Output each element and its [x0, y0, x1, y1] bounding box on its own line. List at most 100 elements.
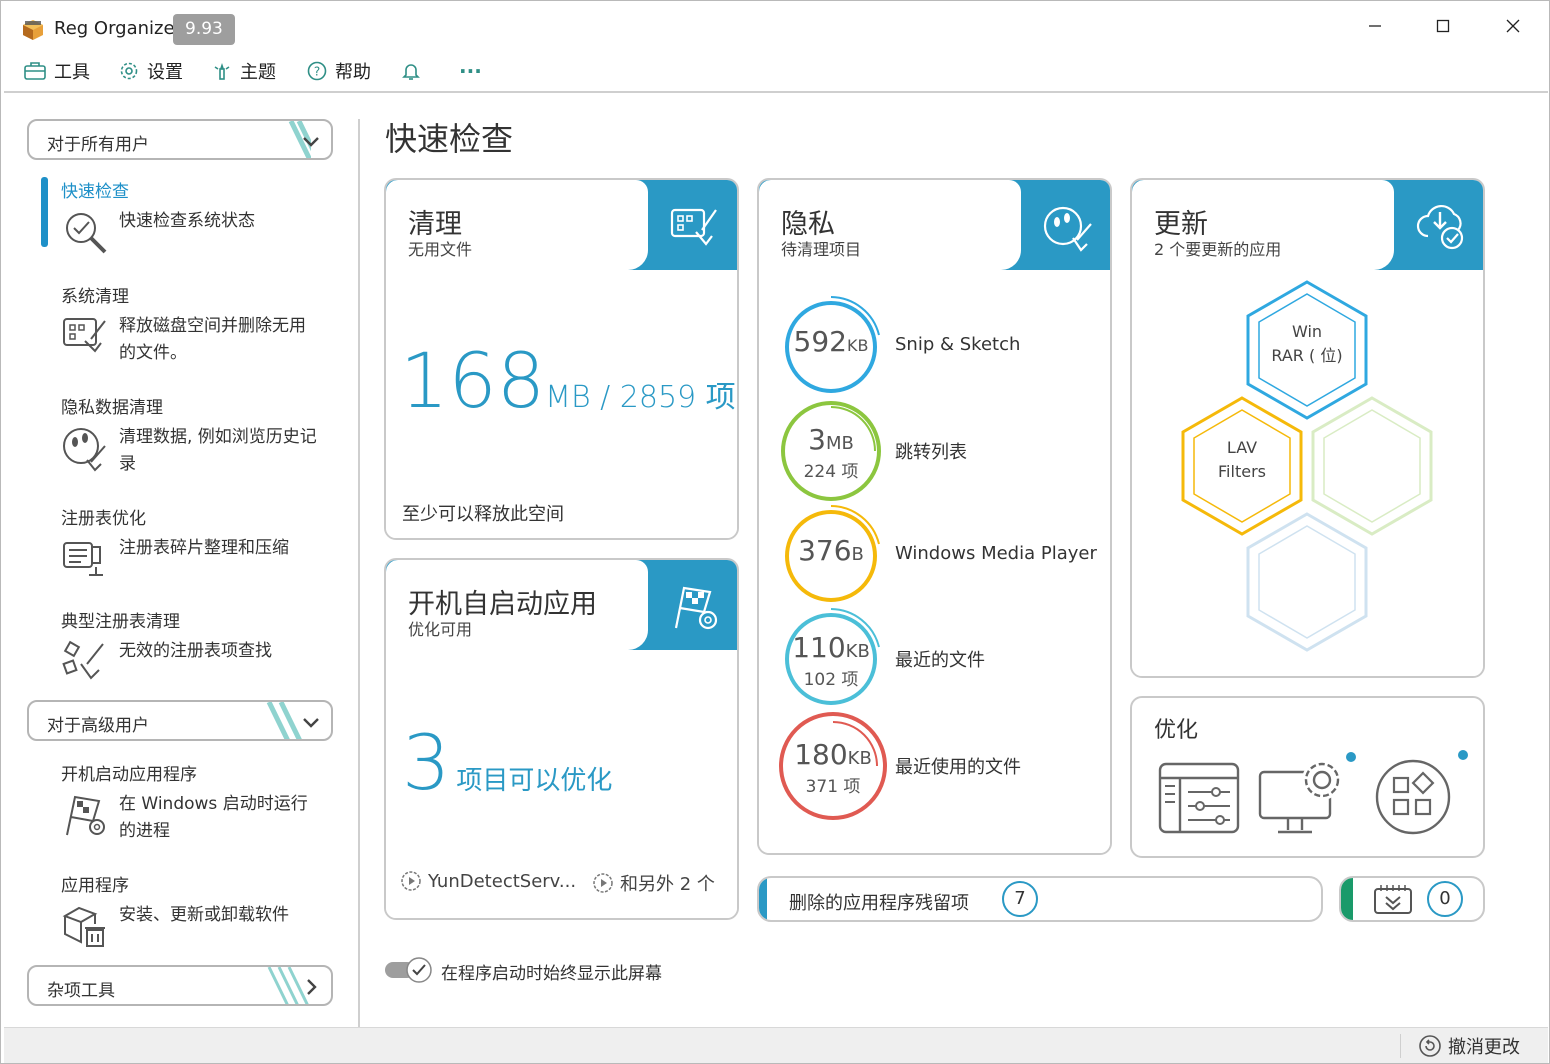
leftovers-bar[interactable]: 删除的应用程序残留项 7: [757, 876, 1323, 922]
app-logo-icon: [23, 20, 43, 40]
privacy-size-value: 180: [794, 738, 848, 771]
privacy-count: 102 项: [803, 670, 859, 690]
notifications-button[interactable]: [401, 53, 429, 89]
tasks-bar[interactable]: 0: [1339, 876, 1485, 922]
nav-registry-optimize[interactable]: 注册表优化 注册表碎片整理和压缩: [61, 504, 351, 591]
menu-themes-label: 主题: [240, 62, 276, 83]
more-menu-button[interactable]: ···: [459, 53, 482, 89]
accent-strip: [1341, 878, 1353, 920]
menu-help[interactable]: ? 帮助: [307, 53, 371, 89]
show-on-start-toggle[interactable]: [385, 956, 433, 984]
startup-count-value: 3: [402, 718, 451, 807]
nav-applications-desc: 安装、更新或卸载软件: [119, 905, 289, 925]
menu-tools[interactable]: 工具: [24, 53, 90, 89]
privacy-item-label: 最近的文件: [895, 650, 985, 671]
privacy-size-value: 376: [798, 534, 852, 567]
gear-play-icon: [401, 871, 421, 891]
update-app-winrar[interactable]: Win RAR ( 位): [1252, 320, 1362, 368]
nav-startup-apps-desc: 在 Windows 启动时运行的进程: [119, 794, 308, 841]
apps-grid-icon[interactable]: [1374, 758, 1452, 836]
footprint-broom-icon: [63, 428, 106, 472]
updates-subtitle: 2 个要更新的应用: [1154, 240, 1282, 259]
tasks-count: 0: [1427, 881, 1463, 917]
close-icon: [1506, 19, 1520, 33]
sliders-panel-icon[interactable]: [1158, 762, 1240, 834]
startup-card-header: 开机自启动应用 优化可用: [386, 560, 648, 650]
active-indicator: [41, 177, 48, 247]
nav-registry-cleanup[interactable]: 典型注册表清理 无效的注册表项查找: [61, 607, 351, 694]
minimize-button[interactable]: [1355, 11, 1395, 41]
updates-card[interactable]: 更新 2 个要更新的应用 Win RAR (位) LAV Filters: [1130, 178, 1485, 678]
dropdown-misc-tools[interactable]: 杂项工具: [27, 965, 333, 1006]
nav-privacy-cleanup[interactable]: 隐私数据清理 清理数据, 例如浏览历史记录: [61, 393, 351, 480]
magnifier-check-icon: [66, 213, 107, 254]
chevron-right-icon: [307, 979, 317, 995]
optimize-card: 优化: [1130, 696, 1485, 858]
startup-item-1: YunDetectServ...: [400, 870, 576, 892]
nav-system-cleanup[interactable]: 系统清理 释放磁盘空间并删除无用的文件。: [61, 282, 351, 369]
gear-icon: [120, 62, 138, 80]
undo-changes-button[interactable]: 撤消更改: [1418, 1032, 1520, 1060]
menu-settings[interactable]: 设置: [119, 53, 183, 89]
startup-count-label: 项目可以优化: [456, 766, 613, 796]
page-title: 快速检查: [385, 120, 514, 158]
menu-themes[interactable]: 主题: [212, 53, 276, 89]
close-button[interactable]: [1493, 11, 1533, 41]
cleanup-size-value: 168: [400, 336, 546, 425]
privacy-item[interactable]: 376B Windows Media Player: [779, 504, 1099, 604]
startup-card[interactable]: 开机自启动应用 优化可用 3 项目可以优化 YunDetectServ... 和另…: [384, 558, 739, 920]
cleanup-subtitle: 无用文件: [408, 240, 473, 259]
menu-bar: 工具 设置 主题 ? 帮助 ···: [1, 53, 1549, 89]
dropdown-advanced-users[interactable]: 对于高级用户: [27, 700, 333, 741]
privacy-card[interactable]: 隐私 待清理项目 592KB Snip & Sketch 3MB 224 项 跳…: [757, 178, 1112, 855]
privacy-item-label: Windows Media Player: [895, 543, 1097, 564]
status-separator: [1400, 1034, 1401, 1058]
help-icon: ?: [307, 61, 327, 81]
app-window: Reg Organizer 9.93 工具 设置 主题 ? 帮助 ··· 对于所…: [0, 0, 1550, 1064]
privacy-item[interactable]: 110KB 102 项 最近的文件: [779, 607, 1099, 707]
privacy-size-value: 592: [793, 325, 847, 358]
privacy-item[interactable]: 3MB 224 项 跳转列表: [779, 399, 1099, 501]
update-app-winrar-line1: Win: [1291, 322, 1323, 341]
hexagon-empty-green: [1311, 396, 1433, 536]
box-trash-icon: [62, 906, 105, 947]
undo-changes-label: 撤消更改: [1448, 1037, 1520, 1058]
privacy-item[interactable]: 180KB 371 项 最近使用的文件: [779, 712, 1099, 820]
show-on-start-label: 在程序启动时始终显示此屏幕: [441, 964, 662, 984]
maximize-icon: [1436, 19, 1450, 33]
nav-startup-apps-title: 开机启动应用程序: [61, 765, 197, 785]
cleanup-size-unit: MB / 2859 项: [545, 380, 736, 415]
privacy-count: 224 项: [803, 462, 859, 482]
privacy-item-label: 最近使用的文件: [895, 757, 1021, 778]
dropdown-all-users[interactable]: 对于所有用户: [27, 119, 333, 160]
app-title: Reg Organizer: [54, 18, 182, 39]
updates-card-header: 更新 2 个要更新的应用: [1132, 180, 1394, 270]
privacy-size-unit: KB: [846, 336, 869, 355]
nav-applications[interactable]: 应用程序 安装、更新或卸载软件: [61, 871, 351, 958]
dropdown-misc-tools-label: 杂项工具: [47, 981, 115, 1001]
menu-settings-label: 设置: [147, 62, 183, 83]
maximize-button[interactable]: [1423, 11, 1463, 41]
update-app-lav[interactable]: LAV Filters: [1187, 436, 1297, 484]
theme-brush-icon: [214, 63, 230, 80]
privacy-item-label: Snip & Sketch: [895, 334, 1021, 355]
privacy-size-value: 3: [808, 423, 826, 456]
privacy-size: 3MB: [779, 423, 883, 456]
minimize-icon: [1369, 25, 1381, 27]
privacy-item[interactable]: 592KB Snip & Sketch: [779, 295, 1099, 395]
chevron-down-icon: [303, 718, 319, 728]
startup-subtitle: 优化可用: [408, 620, 473, 639]
nav-quick-check[interactable]: 快速检查 快速检查系统状态: [61, 177, 351, 264]
nav-registry-cleanup-title: 典型注册表清理: [61, 612, 180, 632]
nav-startup-apps[interactable]: 开机启动应用程序 在 Windows 启动时运行的进程: [61, 760, 351, 847]
leftovers-label: 删除的应用程序残留项: [789, 893, 969, 914]
privacy-card-header: 隐私 待清理项目: [759, 180, 1021, 270]
version-badge: 9.93: [173, 14, 235, 45]
cleanup-card[interactable]: 清理 无用文件 168MB / 2859 项 至少可以释放此空间: [384, 178, 739, 540]
monitor-gear-icon[interactable]: [1258, 754, 1350, 838]
update-app-winrar-line2: RAR ( 位): [1271, 346, 1343, 365]
menu-separator: [4, 91, 1548, 93]
privacy-size: 110KB: [779, 631, 883, 664]
dropdown-advanced-users-label: 对于高级用户: [47, 716, 149, 736]
nav-registry-cleanup-desc: 无效的注册表项查找: [119, 641, 272, 661]
